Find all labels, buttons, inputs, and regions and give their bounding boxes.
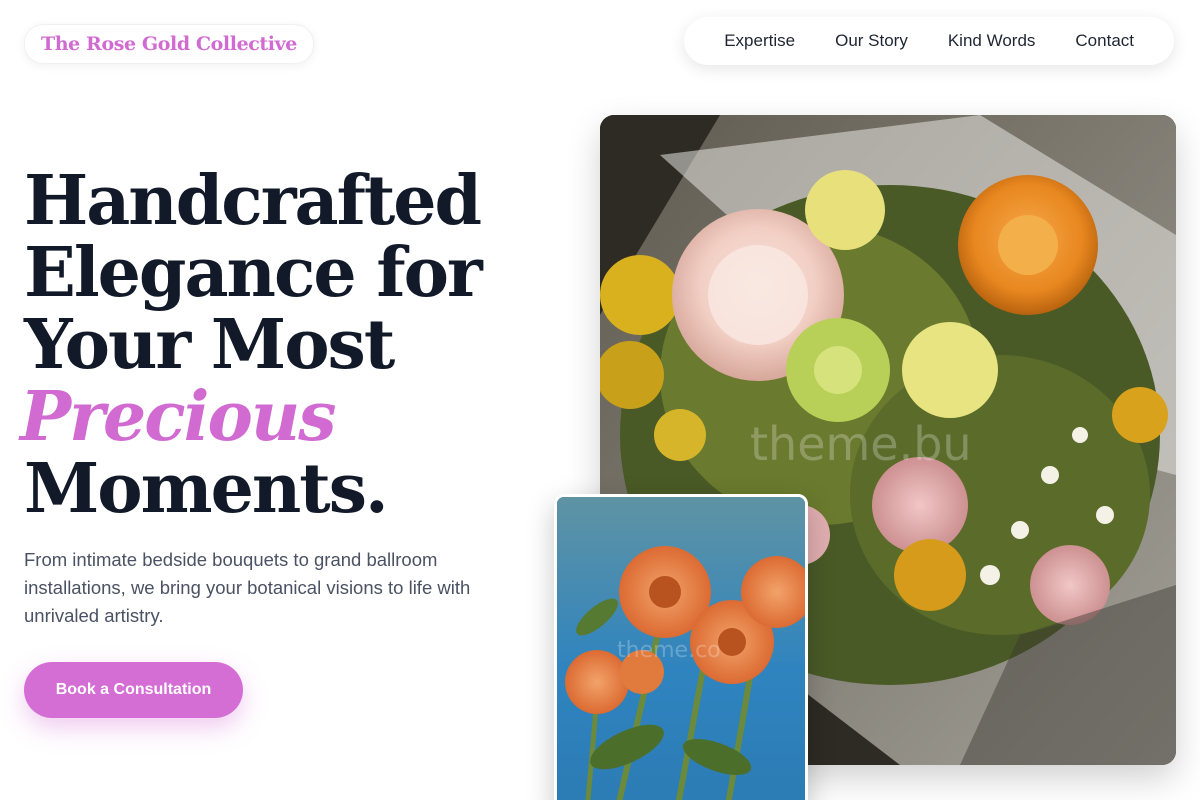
dahlia-image: theme.co [554,494,808,800]
dahlia-watermark: theme.co [617,638,721,663]
bouquet-watermark: theme.bu [750,417,972,471]
hero-title-line-2: Elegance for [24,233,483,313]
hero-title: Handcrafted Elegance for Your Most Preci… [20,161,564,529]
hero-title-line-3: Your Most [24,305,395,385]
hero-title-line-1: Handcrafted [24,161,482,241]
hero-title-line-5: Moments. [24,449,389,529]
main-nav: Expertise Our Story Kind Words Contact [684,17,1174,65]
nav-our-story[interactable]: Our Story [815,31,928,51]
nav-contact[interactable]: Contact [1055,31,1154,51]
nav-kind-words[interactable]: Kind Words [928,31,1056,51]
book-consultation-button[interactable]: Book a Consultation [24,662,243,718]
dahlia-illustration: theme.co [557,497,805,800]
hero-title-accent: Precious [20,377,337,457]
hero-description: From intimate bedside bouquets to grand … [24,549,471,626]
brand-logo[interactable]: The Rose Gold Collective [24,24,314,64]
nav-expertise[interactable]: Expertise [704,31,815,51]
